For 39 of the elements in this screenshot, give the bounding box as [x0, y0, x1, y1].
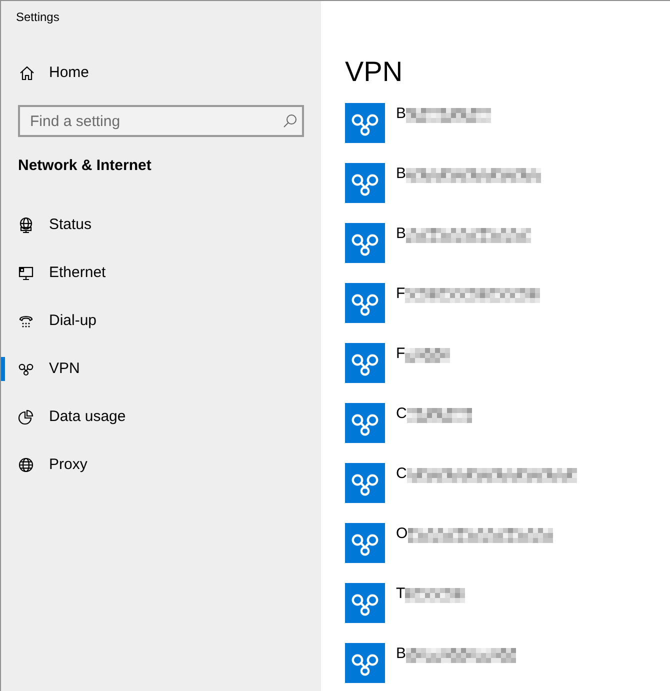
knot-tile-icon	[345, 643, 385, 683]
knot-tile-icon	[345, 223, 385, 263]
home-button[interactable]: Home	[1, 49, 321, 97]
vpn-connection-item[interactable]: B	[345, 103, 670, 143]
knot-icon	[18, 361, 34, 377]
pie-chart-icon	[18, 409, 34, 425]
vpn-connection-item[interactable]: B	[345, 163, 670, 203]
knot-tile-icon	[345, 103, 385, 143]
window-title: Settings	[16, 10, 60, 24]
section-heading: Network & Internet	[18, 156, 152, 176]
vpn-connection-item[interactable]: F	[345, 343, 670, 383]
vpn-connection-item[interactable]: B	[345, 223, 670, 263]
ethernet-monitor-icon	[18, 265, 34, 281]
knot-tile-icon	[345, 403, 385, 443]
knot-tile-icon	[345, 583, 385, 623]
globe-icon	[18, 457, 34, 473]
nav-item[interactable]: Data usage	[1, 393, 321, 441]
knot-tile-icon	[345, 343, 385, 383]
knot-tile-icon	[345, 463, 385, 503]
vpn-connection-item[interactable]: C	[345, 403, 670, 443]
nav-item[interactable]: Status	[1, 201, 321, 249]
globe-monitor-icon	[18, 217, 34, 233]
nav-item[interactable]: Dial-up	[1, 297, 321, 345]
knot-tile-icon	[345, 163, 385, 203]
nav-item[interactable]: VPN	[1, 345, 321, 393]
knot-tile-icon	[345, 283, 385, 323]
vpn-connection-item[interactable]: T	[345, 583, 670, 623]
search-icon	[283, 114, 297, 128]
phone-icon	[18, 313, 34, 329]
page-title: VPN	[345, 55, 403, 89]
vpn-connection-item[interactable]: O	[345, 523, 670, 563]
vpn-connection-item[interactable]: C	[345, 463, 670, 503]
knot-tile-icon	[345, 523, 385, 563]
nav-item[interactable]: Ethernet	[1, 249, 321, 297]
nav-item[interactable]: Proxy	[1, 441, 321, 489]
home-icon	[19, 65, 35, 81]
vpn-connection-item[interactable]: B	[345, 643, 670, 683]
search-field[interactable]: Find a setting	[18, 105, 304, 137]
vpn-connection-item[interactable]: F	[345, 283, 670, 323]
